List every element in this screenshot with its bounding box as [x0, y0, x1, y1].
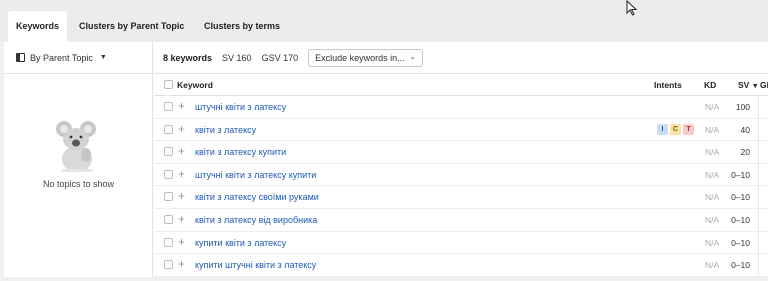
row-checkbox[interactable]	[164, 147, 173, 157]
table-row: + штучні квіти з латексу купити N/A 0–10	[154, 163, 768, 187]
table-row: + квіти з латексу купити N/A 20	[154, 141, 768, 164]
sv-value: 40	[740, 124, 750, 135]
tab-keywords[interactable]: Keywords	[8, 11, 68, 42]
kd-value: N/A	[705, 260, 720, 271]
kd-value: N/A	[705, 214, 720, 225]
sort-desc-icon: ▼	[751, 83, 759, 90]
add-to-list-icon[interactable]: +	[178, 122, 185, 136]
add-to-list-icon[interactable]: +	[178, 235, 185, 249]
column-divider	[758, 163, 759, 186]
add-to-list-icon[interactable]: +	[178, 99, 185, 113]
add-to-list-icon[interactable]: +	[178, 144, 185, 158]
parent-topic-icon	[16, 53, 25, 62]
table-row: + штучні квіти з латексу N/A 100	[154, 96, 768, 119]
add-to-list-icon[interactable]: +	[178, 212, 185, 226]
column-divider	[758, 96, 759, 118]
table-row: + купити квіти з латексу N/A 0–10	[154, 231, 768, 255]
sv-value: 0–10	[731, 192, 750, 203]
keyword-link[interactable]: штучні квіти з латексу	[195, 102, 286, 112]
exclude-label: Exclude keywords in...	[315, 52, 405, 63]
select-all-checkbox[interactable]	[164, 80, 173, 89]
column-divider	[758, 141, 759, 163]
caret-down-icon: ▼	[99, 54, 107, 61]
sv-value: 0–10	[731, 260, 750, 271]
empty-topics-text: No topics to show	[42, 179, 115, 189]
table-row: + квіти з латексу I C T N/A 40	[154, 118, 768, 142]
exclude-keywords-dropdown[interactable]: Exclude keywords in... ⌄	[308, 48, 423, 67]
koala-illustration-icon	[56, 121, 96, 172]
row-checkbox[interactable]	[164, 214, 173, 224]
column-divider	[758, 231, 759, 254]
sv-value: 0–10	[731, 237, 750, 248]
kd-value: N/A	[705, 169, 720, 180]
kd-value: N/A	[705, 237, 720, 248]
keyword-link[interactable]: квіти з латексу своїми руками	[195, 192, 319, 202]
tab-clusters-terms[interactable]: Clusters by terms	[204, 11, 280, 42]
intent-badge-c[interactable]: C	[670, 123, 681, 135]
keyword-link[interactable]: квіти з латексу	[195, 125, 256, 135]
column-divider	[758, 118, 759, 141]
group-by-dropdown[interactable]: By Parent Topic ▼	[4, 42, 152, 74]
intent-badges: ICT	[657, 123, 694, 135]
row-checkbox[interactable]	[164, 169, 173, 179]
keywords-table: Keyword Intents KD SV ▼ GI + штучні квіти…	[154, 74, 768, 277]
table-row: + купити штучні квіти з латексу N/A 0–10	[154, 254, 768, 277]
keyword-link[interactable]: купити квіти з латексу	[195, 238, 286, 248]
chevron-down-icon: ⌄	[409, 53, 416, 61]
sv-total: SV 160	[222, 52, 252, 63]
keyword-link[interactable]: квіти з латексу купити	[195, 147, 286, 157]
col-sv-label: SV	[738, 80, 750, 90]
col-intents[interactable]: Intents	[654, 80, 682, 90]
main-panel: By Parent Topic ▼ No topics to show 8 ke…	[4, 42, 768, 277]
row-checkbox[interactable]	[164, 102, 173, 111]
sv-value: 0–10	[731, 214, 750, 225]
tab-clusters-parent-topic[interactable]: Clusters by Parent Topic	[79, 11, 184, 42]
keyword-count: 8 keywords	[163, 52, 213, 63]
table-row: + квіти з латексу від виробника N/A 0–10	[154, 208, 768, 232]
table-row: + квіти з латексу своїми руками N/A 0–10	[154, 186, 768, 209]
add-to-list-icon[interactable]: +	[178, 257, 185, 271]
intent-badge-i[interactable]: I	[657, 123, 668, 135]
row-checkbox[interactable]	[164, 260, 173, 270]
kd-value: N/A	[705, 192, 720, 203]
sidebar: By Parent Topic ▼ No topics to show	[4, 42, 153, 277]
table-header: Keyword Intents KD SV ▼ GI	[154, 74, 768, 96]
keyword-link[interactable]: купити штучні квіти з латексу	[195, 260, 316, 270]
col-sv[interactable]: SV ▼	[738, 80, 759, 90]
gsv-total: GSV 170	[261, 52, 299, 63]
intent-badge-t[interactable]: T	[683, 123, 694, 135]
results-toolbar: 8 keywords SV 160 GSV 170 Exclude keywor…	[154, 42, 768, 74]
kd-value: N/A	[705, 102, 720, 112]
kd-value: N/A	[705, 147, 720, 158]
column-divider	[758, 186, 759, 208]
sv-value: 20	[740, 147, 750, 158]
mouse-cursor-icon	[626, 0, 638, 16]
kd-value: N/A	[705, 124, 720, 135]
col-keyword[interactable]: Keyword	[177, 80, 213, 90]
sv-value: 100	[735, 102, 750, 112]
add-to-list-icon[interactable]: +	[178, 189, 185, 203]
col-gl[interactable]: GI	[760, 80, 768, 90]
row-checkbox[interactable]	[164, 237, 173, 247]
tab-bar: Keywords Clusters by Parent Topic Cluste…	[0, 0, 768, 42]
group-by-label: By Parent Topic	[30, 52, 93, 63]
row-checkbox[interactable]	[164, 192, 173, 202]
table-body: + штучні квіти з латексу N/A 100 + квіти з ла…	[154, 96, 768, 277]
column-divider	[758, 254, 759, 276]
sv-value: 0–10	[731, 169, 750, 180]
row-checkbox[interactable]	[164, 124, 173, 134]
column-divider	[758, 208, 759, 231]
col-kd[interactable]: KD	[704, 80, 716, 90]
keyword-link[interactable]: квіти з латексу від виробника	[195, 215, 317, 225]
add-to-list-icon[interactable]: +	[178, 167, 185, 181]
keyword-link[interactable]: штучні квіти з латексу купити	[195, 170, 316, 180]
